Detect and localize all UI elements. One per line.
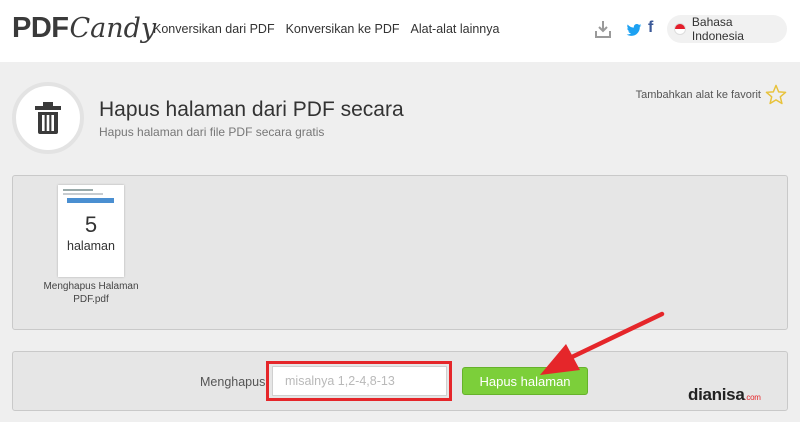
watermark: dianisa.com: [688, 385, 761, 405]
watermark-suffix: .com: [744, 393, 761, 402]
annotation-arrow: [540, 311, 665, 375]
watermark-name: dianisa: [688, 385, 745, 404]
